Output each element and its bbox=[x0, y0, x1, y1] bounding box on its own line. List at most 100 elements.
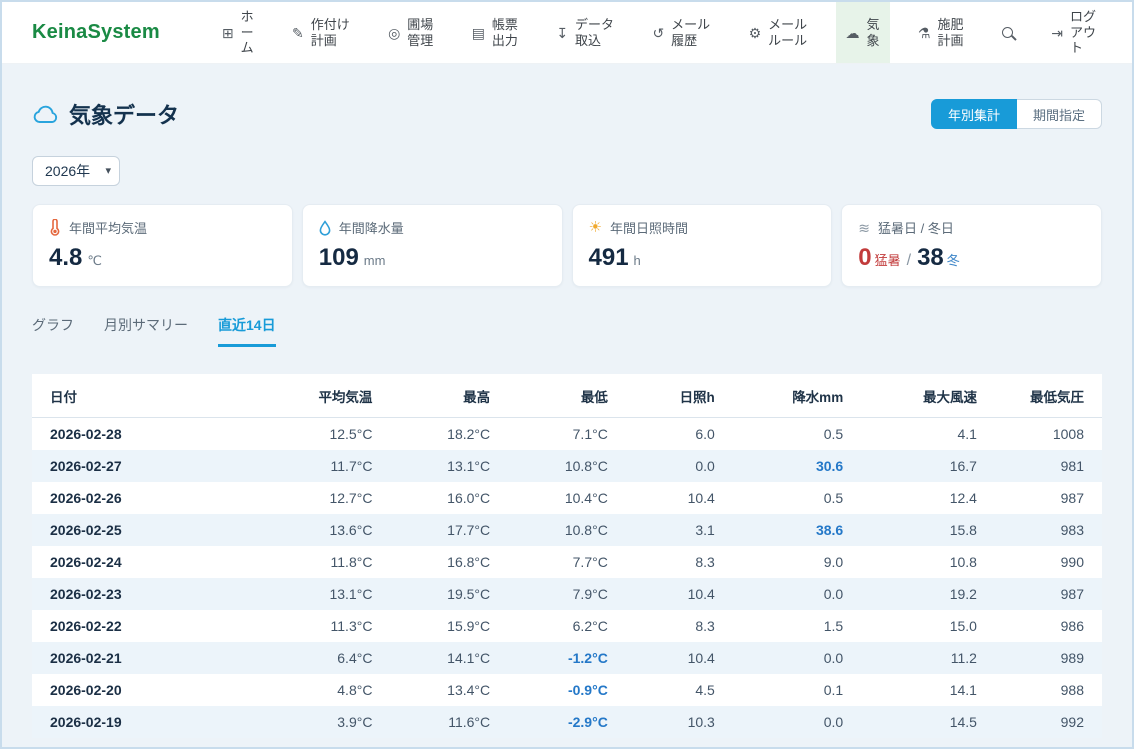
document-icon: ▤ bbox=[472, 26, 485, 40]
cell-max: 14.1°C bbox=[390, 642, 508, 674]
year-select[interactable]: 2026年 bbox=[32, 156, 120, 186]
cell-avg-temp: 12.7°C bbox=[278, 482, 390, 514]
cell-date: 2026-02-22 bbox=[32, 610, 278, 642]
nav-item-label: 圃場 管理 bbox=[407, 17, 433, 48]
table-row: 2026-02-21 6.4°C 14.1°C -1.2°C 10.4 0.0 … bbox=[32, 642, 1102, 674]
cell-max-wind: 12.4 bbox=[861, 482, 995, 514]
cell-min-pressure: 989 bbox=[995, 642, 1102, 674]
tab-monthly-summary[interactable]: 月別サマリー bbox=[104, 315, 188, 347]
cloud-title-icon bbox=[32, 105, 59, 124]
col-sunshine: 日照h bbox=[626, 374, 733, 418]
col-avg-temp: 平均気温 bbox=[278, 374, 390, 418]
nav-item-planting-plan[interactable]: ✎ 作付け 計画 bbox=[282, 2, 360, 63]
nav-item-mail-history[interactable]: ↺ メール 履歴 bbox=[642, 2, 720, 63]
nav-item-field-management[interactable]: ◎ 圃場 管理 bbox=[378, 2, 443, 63]
cell-min-pressure: 983 bbox=[995, 514, 1102, 546]
cell-rain: 1.5 bbox=[733, 610, 861, 642]
app-logo[interactable]: KeinaSystem bbox=[32, 21, 160, 44]
cell-max: 13.4°C bbox=[390, 674, 508, 706]
cell-sunshine: 10.4 bbox=[626, 482, 733, 514]
nav-item-fertilizer-plan[interactable]: ⚗ 施肥 計画 bbox=[908, 2, 974, 63]
cell-min: 7.7°C bbox=[508, 546, 626, 578]
cell-max: 16.8°C bbox=[390, 546, 508, 578]
cell-min-pressure: 987 bbox=[995, 482, 1102, 514]
cell-max: 19.5°C bbox=[390, 578, 508, 610]
weather-table-container: 日付 平均気温 最高 最低 日照h 降水mm 最大風速 最低気圧 2026-02… bbox=[32, 374, 1102, 738]
col-rain: 降水mm bbox=[733, 374, 861, 418]
nav-item-home[interactable]: ⊞ ホ ー ム bbox=[212, 2, 264, 63]
cell-avg-temp: 11.3°C bbox=[278, 610, 390, 642]
nav-item-data-import[interactable]: ↧ データ 取込 bbox=[546, 2, 624, 63]
cell-avg-temp: 12.5°C bbox=[278, 418, 390, 451]
cell-sunshine: 4.5 bbox=[626, 674, 733, 706]
col-min: 最低 bbox=[508, 374, 626, 418]
history-icon: ↺ bbox=[652, 26, 664, 40]
cell-date: 2026-02-23 bbox=[32, 578, 278, 610]
nav-item-logout[interactable]: ⇥ ログ アウ ト bbox=[1041, 2, 1106, 63]
cell-min-pressure: 990 bbox=[995, 546, 1102, 578]
stat-label: 年間降水量 bbox=[339, 218, 404, 237]
period-select-button[interactable]: 期間指定 bbox=[1017, 99, 1102, 129]
cell-sunshine: 10.3 bbox=[626, 706, 733, 738]
cell-rain: 0.0 bbox=[733, 642, 861, 674]
table-row: 2026-02-28 12.5°C 18.2°C 7.1°C 6.0 0.5 4… bbox=[32, 418, 1102, 451]
stat-label: 年間平均気温 bbox=[69, 218, 147, 237]
cell-max: 17.7°C bbox=[390, 514, 508, 546]
weather-table-body: 2026-02-28 12.5°C 18.2°C 7.1°C 6.0 0.5 4… bbox=[32, 418, 1102, 739]
cell-avg-temp: 13.6°C bbox=[278, 514, 390, 546]
nav-item-report-output[interactable]: ▤ 帳票 出力 bbox=[462, 2, 528, 63]
cell-date: 2026-02-19 bbox=[32, 706, 278, 738]
cell-max-wind: 11.2 bbox=[861, 642, 995, 674]
sun-icon: ☀ bbox=[589, 220, 602, 235]
table-row: 2026-02-26 12.7°C 16.0°C 10.4°C 10.4 0.5… bbox=[32, 482, 1102, 514]
cell-rain: 9.0 bbox=[733, 546, 861, 578]
import-icon: ↧ bbox=[556, 26, 568, 40]
cell-sunshine: 10.4 bbox=[626, 578, 733, 610]
nav-item-label: 気 象 bbox=[867, 17, 880, 48]
cell-max-wind: 15.8 bbox=[861, 514, 995, 546]
cell-rain: 0.1 bbox=[733, 674, 861, 706]
cell-rain: 38.6 bbox=[733, 514, 861, 546]
cell-min: 7.1°C bbox=[508, 418, 626, 451]
mail-rule-icon: ⚙ bbox=[749, 26, 762, 40]
cell-max-wind: 14.5 bbox=[861, 706, 995, 738]
tab-graph[interactable]: グラフ bbox=[32, 315, 74, 347]
nav-item-label: メール 履歴 bbox=[671, 17, 710, 48]
cell-max-wind: 4.1 bbox=[861, 418, 995, 451]
nav-item-search[interactable] bbox=[992, 2, 1023, 63]
table-row: 2026-02-22 11.3°C 15.9°C 6.2°C 8.3 1.5 1… bbox=[32, 610, 1102, 642]
cell-avg-temp: 3.9°C bbox=[278, 706, 390, 738]
yearly-summary-button[interactable]: 年別集計 bbox=[931, 99, 1017, 129]
nav-item-label: ログ アウ ト bbox=[1070, 9, 1096, 56]
page-title: 気象データ bbox=[32, 98, 179, 130]
nav-item-label: 施肥 計画 bbox=[937, 17, 963, 48]
cell-avg-temp: 4.8°C bbox=[278, 674, 390, 706]
flask-icon: ⚗ bbox=[918, 26, 931, 40]
col-min-pressure: 最低気圧 bbox=[995, 374, 1102, 418]
table-header-row: 日付 平均気温 最高 最低 日照h 降水mm 最大風速 最低気圧 bbox=[32, 374, 1102, 418]
nav-item-mail-rules[interactable]: ⚙ メール ルール bbox=[739, 2, 818, 63]
col-max: 最高 bbox=[390, 374, 508, 418]
stat-cards: 年間平均気温 4.8℃ 年間降水量 109mm ☀ 年間日 bbox=[32, 204, 1102, 287]
nav-item-weather[interactable]: ☁ 気 象 bbox=[836, 2, 890, 63]
cell-max: 18.2°C bbox=[390, 418, 508, 451]
home-icon: ⊞ bbox=[222, 26, 234, 40]
cell-max-wind: 15.0 bbox=[861, 610, 995, 642]
cell-sunshine: 8.3 bbox=[626, 610, 733, 642]
cell-min-pressure: 1008 bbox=[995, 418, 1102, 451]
col-max-wind: 最大風速 bbox=[861, 374, 995, 418]
cell-max-wind: 10.8 bbox=[861, 546, 995, 578]
cell-avg-temp: 13.1°C bbox=[278, 578, 390, 610]
table-row: 2026-02-27 11.7°C 13.1°C 10.8°C 0.0 30.6… bbox=[32, 450, 1102, 482]
cell-sunshine: 3.1 bbox=[626, 514, 733, 546]
stat-value: 109mm bbox=[319, 244, 546, 272]
stat-card-hot-cold-days: ≋ 猛暑日 / 冬日 0猛暑/38冬 bbox=[841, 204, 1102, 287]
cell-max: 15.9°C bbox=[390, 610, 508, 642]
cell-min-pressure: 981 bbox=[995, 450, 1102, 482]
cell-sunshine: 6.0 bbox=[626, 418, 733, 451]
view-toggle: 年別集計 期間指定 bbox=[931, 99, 1102, 129]
tab-recent-14-days[interactable]: 直近14日 bbox=[218, 315, 276, 347]
year-select-wrap: 2026年 bbox=[32, 156, 120, 186]
logout-icon: ⇥ bbox=[1051, 26, 1063, 40]
pencil-icon: ✎ bbox=[292, 26, 304, 40]
